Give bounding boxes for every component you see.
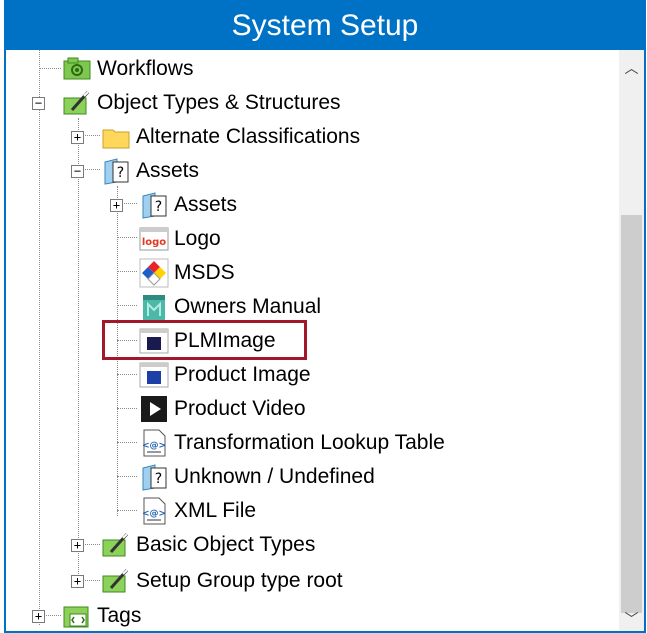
window-title: System Setup bbox=[6, 2, 644, 50]
tree-label: Unknown / Undefined bbox=[174, 465, 375, 488]
tree-label: Tags bbox=[97, 604, 142, 627]
expand-icon[interactable]: + bbox=[32, 610, 45, 623]
video-play-icon bbox=[139, 394, 169, 424]
tree-item-product-video[interactable]: Product Video bbox=[6, 392, 623, 426]
workflow-icon bbox=[62, 54, 92, 84]
tree-item-transformation-lookup-table[interactable]: <@> Transformation Lookup Table bbox=[6, 426, 623, 460]
tree-label: Workflows bbox=[97, 57, 194, 80]
expand-icon[interactable]: + bbox=[71, 131, 84, 144]
collapse-icon[interactable]: − bbox=[32, 97, 45, 110]
tree-item-basic-object-types[interactable]: + Basic Object Types bbox=[6, 528, 623, 562]
tree-label: Assets bbox=[136, 159, 200, 182]
wand-folder-icon bbox=[101, 566, 131, 596]
tree-label: Assets bbox=[174, 193, 238, 216]
wand-folder-icon bbox=[62, 88, 92, 118]
svg-text:logo: logo bbox=[142, 237, 166, 248]
tree-item-product-image[interactable]: Product Image bbox=[6, 358, 623, 392]
tree-label: MSDS bbox=[174, 261, 235, 284]
wand-folder-icon bbox=[101, 530, 131, 560]
svg-text:?: ? bbox=[155, 471, 162, 487]
logo-icon: logo bbox=[139, 224, 169, 254]
tree-item-logo[interactable]: logo Logo bbox=[6, 222, 623, 256]
svg-text:?: ? bbox=[155, 199, 162, 215]
vertical-scrollbar[interactable]: ︿ ﹀ bbox=[619, 50, 644, 631]
folder-icon bbox=[101, 122, 131, 152]
tree-item-plmimage[interactable]: PLMImage bbox=[6, 324, 623, 358]
system-setup-window: System Setup Workflows − Object Types & … bbox=[4, 0, 646, 633]
tree-item-owners-manual[interactable]: Owners Manual bbox=[6, 290, 623, 324]
plmimage-highlight-box bbox=[102, 320, 307, 360]
xml-document-icon: <@> bbox=[139, 496, 169, 526]
tree-item-assets-group[interactable]: − ? Assets bbox=[6, 154, 623, 188]
tree-item-assets[interactable]: + ? Assets bbox=[6, 188, 623, 222]
tree-label: Logo bbox=[174, 227, 221, 250]
tree-label: Product Video bbox=[174, 397, 306, 420]
xml-document-icon: <@> bbox=[139, 428, 169, 458]
tags-folder-icon bbox=[62, 601, 92, 631]
unknown-document-icon: ? bbox=[139, 190, 169, 220]
scroll-down-icon[interactable]: ﹀ bbox=[619, 609, 644, 629]
collapse-icon[interactable]: − bbox=[71, 165, 84, 178]
unknown-document-icon: ? bbox=[101, 156, 131, 186]
tree-label: Product Image bbox=[174, 363, 311, 386]
tree-label: XML File bbox=[174, 499, 257, 522]
manual-icon bbox=[139, 292, 169, 322]
unknown-document-icon: ? bbox=[139, 462, 169, 492]
svg-text:<@>: <@> bbox=[142, 441, 166, 451]
expand-icon[interactable]: + bbox=[71, 575, 84, 588]
tree-item-setup-group-type-root[interactable]: + Setup Group type root bbox=[6, 564, 623, 598]
tree-item-alternate-classifications[interactable]: + Alternate Classifications bbox=[6, 120, 623, 154]
tree-label: Transformation Lookup Table bbox=[174, 431, 445, 454]
hazard-diamond-icon bbox=[139, 258, 169, 288]
tree-item-workflows[interactable]: Workflows bbox=[6, 52, 623, 86]
svg-text:<@>: <@> bbox=[142, 509, 166, 519]
tree-item-object-types[interactable]: − Object Types & Structures bbox=[6, 86, 623, 120]
scroll-thumb[interactable] bbox=[621, 215, 642, 613]
tree-item-xml-file[interactable]: <@> XML File bbox=[6, 494, 623, 528]
tree-label: Alternate Classifications bbox=[136, 125, 361, 148]
setup-tree[interactable]: Workflows − Object Types & Structures + bbox=[6, 50, 623, 631]
tree-item-tags[interactable]: + Tags bbox=[6, 599, 623, 631]
tree-label: Object Types & Structures bbox=[97, 91, 341, 114]
tree-label: Setup Group type root bbox=[136, 569, 343, 592]
tree-item-unknown-undefined[interactable]: ? Unknown / Undefined bbox=[6, 460, 623, 494]
tree-item-msds[interactable]: MSDS bbox=[6, 256, 623, 290]
expand-icon[interactable]: + bbox=[110, 199, 123, 212]
image-cube-icon bbox=[139, 360, 169, 390]
scroll-up-icon[interactable]: ︿ bbox=[619, 58, 644, 78]
svg-text:?: ? bbox=[117, 165, 124, 181]
expand-icon[interactable]: + bbox=[71, 539, 84, 552]
tree-label: Basic Object Types bbox=[136, 533, 316, 556]
tree-label: Owners Manual bbox=[174, 295, 322, 318]
